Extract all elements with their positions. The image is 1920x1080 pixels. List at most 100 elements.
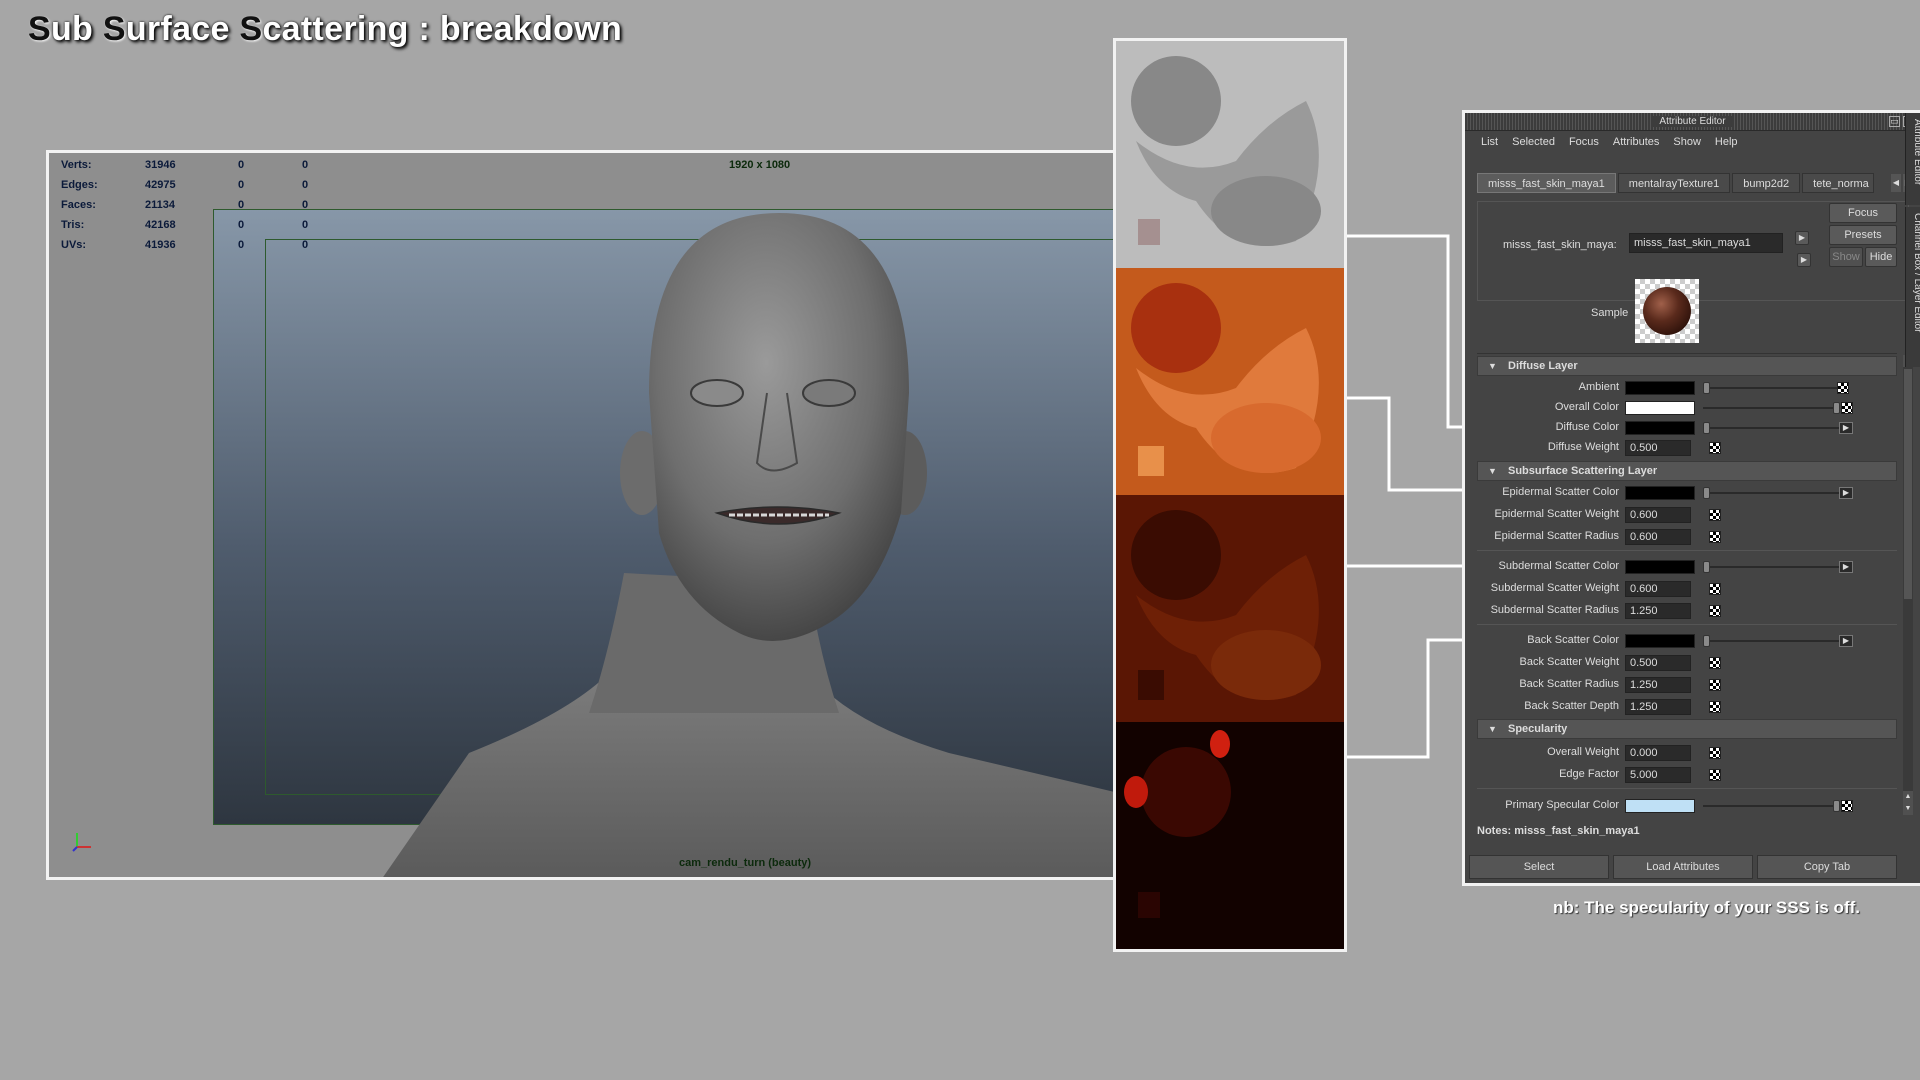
section-diffuse-layer[interactable]: ▼ Diffuse Layer bbox=[1477, 356, 1897, 376]
slider-track[interactable] bbox=[1703, 387, 1839, 389]
attr-label: Subdermal Scatter Color bbox=[1498, 560, 1619, 572]
spec-weight-field[interactable]: 0.000 bbox=[1625, 745, 1691, 761]
hud-value: 0 bbox=[302, 199, 309, 211]
tab-mentalray-texture[interactable]: mentalrayTexture1 bbox=[1617, 173, 1731, 193]
connect-arrow-icon[interactable]: ▶ bbox=[1839, 561, 1853, 573]
scroll-down-icon[interactable]: ▼ bbox=[1903, 803, 1913, 815]
slider-handle[interactable] bbox=[1703, 382, 1710, 394]
color-swatch[interactable] bbox=[1625, 421, 1695, 435]
checker-map-icon[interactable] bbox=[1709, 769, 1721, 781]
epidermal-radius-field[interactable]: 0.600 bbox=[1625, 529, 1691, 545]
slider-handle[interactable] bbox=[1703, 487, 1710, 499]
select-button[interactable]: Select bbox=[1469, 855, 1609, 879]
slider-track[interactable] bbox=[1703, 427, 1839, 429]
head-model bbox=[383, 213, 1113, 877]
checker-map-icon[interactable] bbox=[1709, 657, 1721, 669]
slider-track[interactable] bbox=[1703, 566, 1839, 568]
triangle-down-icon: ▼ bbox=[1488, 724, 1497, 734]
show-button[interactable]: Show bbox=[1829, 247, 1863, 267]
color-swatch[interactable] bbox=[1625, 560, 1695, 574]
diffuse-weight-field[interactable]: 0.500 bbox=[1625, 440, 1691, 456]
menu-selected[interactable]: Selected bbox=[1512, 136, 1555, 148]
window-float-icon[interactable]: ▭ bbox=[1889, 116, 1900, 127]
connect-arrow-icon[interactable]: ▶ bbox=[1839, 635, 1853, 647]
checker-map-icon[interactable] bbox=[1709, 605, 1721, 617]
section-specularity[interactable]: ▼ Specularity bbox=[1477, 719, 1897, 739]
attribute-scrollbar[interactable]: ▲ ▲ ▼ bbox=[1903, 355, 1913, 815]
subdermal-radius-field[interactable]: 1.250 bbox=[1625, 603, 1691, 619]
tab-left-arrow-icon[interactable]: ◀ bbox=[1891, 174, 1901, 192]
hud-row-faces: Faces: 21134 0 0 bbox=[61, 195, 308, 215]
section-sss-layer[interactable]: ▼ Subsurface Scattering Layer bbox=[1477, 461, 1897, 481]
tab-misss-fast-skin[interactable]: misss_fast_skin_maya1 bbox=[1477, 173, 1616, 193]
color-swatch[interactable] bbox=[1625, 486, 1695, 500]
checker-map-icon[interactable] bbox=[1709, 442, 1721, 454]
menu-show[interactable]: Show bbox=[1673, 136, 1701, 148]
tab-tete-normal[interactable]: tete_norma bbox=[1802, 173, 1875, 193]
checker-map-icon[interactable] bbox=[1709, 679, 1721, 691]
slider-handle[interactable] bbox=[1703, 422, 1710, 434]
back-weight-field[interactable]: 0.500 bbox=[1625, 655, 1691, 671]
load-attributes-button[interactable]: Load Attributes bbox=[1613, 855, 1753, 879]
attr-overall-color: Overall Color bbox=[1477, 398, 1897, 418]
side-tab-attribute-editor[interactable]: Attribute Editor bbox=[1905, 113, 1920, 205]
edge-factor-field[interactable]: 5.000 bbox=[1625, 767, 1691, 783]
axis-gizmo-icon bbox=[72, 833, 91, 852]
connect-arrow-icon[interactable]: ▶ bbox=[1839, 422, 1853, 434]
section-title: Subsurface Scattering Layer bbox=[1508, 465, 1658, 477]
tab-bump2d[interactable]: bump2d2 bbox=[1732, 173, 1801, 193]
camera-label: cam_rendu_turn (beauty) bbox=[679, 857, 812, 869]
attr-primary-specular-color: Primary Specular Color bbox=[1477, 796, 1897, 816]
checker-map-icon[interactable] bbox=[1837, 382, 1849, 394]
hide-button[interactable]: Hide bbox=[1865, 247, 1897, 267]
attr-epidermal-radius: Epidermal Scatter Radius 0.600 bbox=[1477, 527, 1897, 547]
slider-track[interactable] bbox=[1703, 640, 1839, 642]
color-swatch[interactable] bbox=[1625, 799, 1695, 813]
attr-label: Diffuse Color bbox=[1555, 421, 1619, 433]
slider-handle[interactable] bbox=[1833, 402, 1840, 414]
checker-map-icon[interactable] bbox=[1841, 402, 1853, 414]
maya-viewport[interactable]: Verts: 31946 0 0 Edges: 42975 0 0 Faces: 21134 0… bbox=[46, 150, 1116, 880]
checker-map-icon[interactable] bbox=[1709, 531, 1721, 543]
hud-value: 42975 bbox=[145, 179, 176, 191]
epidermal-weight-field[interactable]: 0.600 bbox=[1625, 507, 1691, 523]
checker-map-icon[interactable] bbox=[1709, 509, 1721, 521]
checker-map-icon[interactable] bbox=[1709, 583, 1721, 595]
side-tab-channel-box[interactable]: Channel Box / Layer Editor bbox=[1905, 207, 1920, 367]
attr-label: Back Scatter Radius bbox=[1519, 678, 1619, 690]
ae-titlebar: Attribute Editor ▭ × bbox=[1465, 113, 1920, 131]
hud-label: Edges: bbox=[61, 179, 98, 191]
color-swatch[interactable] bbox=[1625, 381, 1695, 395]
hud-value: 0 bbox=[238, 159, 245, 171]
slider-track[interactable] bbox=[1703, 407, 1839, 409]
connect-arrow-icon[interactable]: ▶ bbox=[1795, 231, 1809, 245]
back-depth-field[interactable]: 1.250 bbox=[1625, 699, 1691, 715]
slider-track[interactable] bbox=[1703, 805, 1839, 807]
connect-arrow-icon[interactable]: ▶ bbox=[1839, 487, 1853, 499]
menu-attributes[interactable]: Attributes bbox=[1613, 136, 1659, 148]
subdermal-weight-field[interactable]: 0.600 bbox=[1625, 581, 1691, 597]
checker-map-icon[interactable] bbox=[1841, 800, 1853, 812]
scroll-up-icon[interactable]: ▲ bbox=[1903, 791, 1913, 803]
checker-map-icon[interactable] bbox=[1709, 701, 1721, 713]
node-name-field[interactable]: misss_fast_skin_maya1 bbox=[1629, 233, 1783, 253]
menu-focus[interactable]: Focus bbox=[1569, 136, 1599, 148]
connect-arrow-icon[interactable]: ▶ bbox=[1797, 253, 1811, 267]
slider-handle[interactable] bbox=[1833, 800, 1840, 812]
checker-map-icon[interactable] bbox=[1709, 747, 1721, 759]
color-swatch[interactable] bbox=[1625, 634, 1695, 648]
scroll-thumb[interactable] bbox=[1904, 369, 1912, 599]
attr-back-scatter-color: Back Scatter Color ▶ bbox=[1477, 631, 1897, 651]
menu-list[interactable]: List bbox=[1481, 136, 1498, 148]
focus-button[interactable]: Focus bbox=[1829, 203, 1897, 223]
slider-handle[interactable] bbox=[1703, 561, 1710, 573]
copy-tab-button[interactable]: Copy Tab bbox=[1757, 855, 1897, 879]
ae-menubar: List Selected Focus Attributes Show Help bbox=[1465, 131, 1920, 153]
color-swatch[interactable] bbox=[1625, 401, 1695, 415]
slider-track[interactable] bbox=[1703, 492, 1839, 494]
menu-help[interactable]: Help bbox=[1715, 136, 1738, 148]
back-radius-field[interactable]: 1.250 bbox=[1625, 677, 1691, 693]
hud-value: 0 bbox=[302, 219, 309, 231]
presets-button[interactable]: Presets bbox=[1829, 225, 1897, 245]
slider-handle[interactable] bbox=[1703, 635, 1710, 647]
